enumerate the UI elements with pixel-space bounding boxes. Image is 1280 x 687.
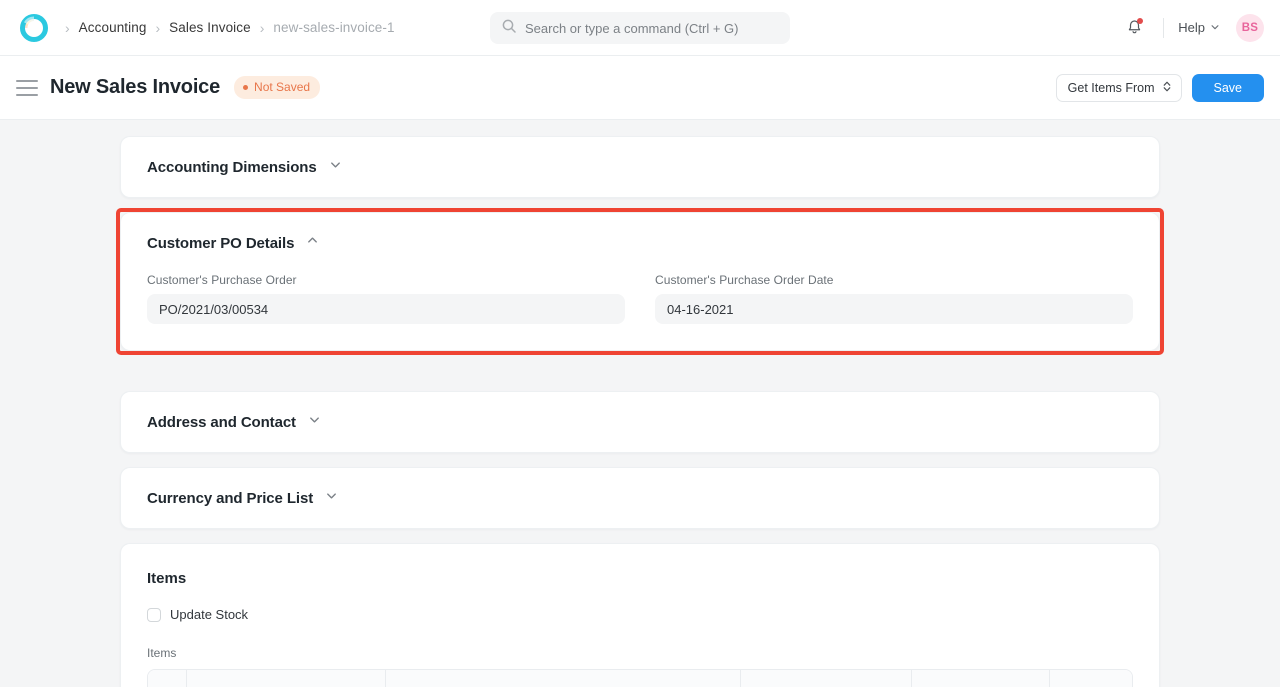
- help-menu-button[interactable]: Help: [1178, 20, 1220, 35]
- help-label: Help: [1178, 20, 1205, 35]
- section-address-and-contact: Address and Contact: [120, 391, 1160, 453]
- customers-purchase-order-input[interactable]: [147, 294, 625, 324]
- page-title: New Sales Invoice: [50, 76, 220, 99]
- chevron-up-icon[interactable]: [306, 234, 319, 252]
- update-stock-row: Update Stock: [147, 607, 1133, 622]
- customers-purchase-order-date-input[interactable]: [655, 294, 1133, 324]
- breadcrumb-separator: ›: [155, 21, 160, 35]
- breadcrumb-separator: ›: [260, 21, 265, 35]
- search-input[interactable]: [525, 21, 779, 36]
- update-stock-checkbox[interactable]: [147, 608, 161, 622]
- section-accounting-dimensions: Accounting Dimensions: [120, 136, 1160, 198]
- customer-po-fields: Customer's Purchase Order Customer's Pur…: [121, 273, 1159, 350]
- section-title: Accounting Dimensions: [147, 159, 317, 176]
- chevron-up-down-icon: [1162, 80, 1172, 96]
- chevron-down-icon[interactable]: [329, 158, 342, 176]
- status-badge: Not Saved: [234, 76, 320, 99]
- section-items: Items Update Stock Items: [120, 543, 1160, 687]
- field-customers-purchase-order-date: Customer's Purchase Order Date: [655, 273, 1133, 324]
- navbar-right-actions: Help BS: [1119, 13, 1264, 43]
- form-column: Accounting Dimensions Customer PO Detail…: [120, 120, 1160, 687]
- breadcrumb-item-sales-invoice[interactable]: Sales Invoice: [169, 20, 251, 35]
- field-label: Customer's Purchase Order: [147, 273, 625, 287]
- items-grid-col-3: [741, 670, 912, 687]
- field-customers-purchase-order: Customer's Purchase Order: [147, 273, 625, 324]
- page-header-actions: Get Items From Save: [1056, 74, 1264, 102]
- chevron-down-icon[interactable]: [308, 413, 321, 431]
- search-icon: [501, 18, 517, 39]
- status-badge-label: Not Saved: [254, 80, 310, 94]
- items-grid-col-5: [1050, 670, 1132, 687]
- section-header-address-and-contact[interactable]: Address and Contact: [121, 392, 1159, 452]
- section-customer-po-details: Customer PO Details Customer's Purchase …: [120, 212, 1160, 351]
- chevron-down-icon[interactable]: [325, 489, 338, 507]
- global-search: [490, 12, 790, 44]
- get-items-from-label: Get Items From: [1068, 81, 1155, 95]
- section-title: Customer PO Details: [147, 235, 294, 252]
- items-grid-col-4: [912, 670, 1050, 687]
- chevron-down-icon: [1210, 20, 1220, 35]
- page-body: Accounting Dimensions Customer PO Detail…: [0, 120, 1280, 687]
- section-title: Currency and Price List: [147, 490, 313, 507]
- save-button[interactable]: Save: [1192, 74, 1265, 102]
- breadcrumb-item-current: new-sales-invoice-1: [273, 20, 394, 35]
- items-grid-label: Items: [147, 646, 1133, 660]
- update-stock-label[interactable]: Update Stock: [170, 607, 248, 622]
- field-label: Customer's Purchase Order Date: [655, 273, 1133, 287]
- search-box[interactable]: [490, 12, 790, 44]
- items-grid: [147, 669, 1133, 687]
- get-items-from-button[interactable]: Get Items From: [1056, 74, 1182, 102]
- section-header-customer-po-details[interactable]: Customer PO Details: [121, 213, 1159, 273]
- items-grid-col-select: [148, 670, 187, 687]
- navbar-divider: [1163, 18, 1164, 38]
- status-badge-dot: [243, 85, 248, 90]
- page-header: New Sales Invoice Not Saved Get Items Fr…: [0, 56, 1280, 120]
- section-currency-and-price-list: Currency and Price List: [120, 467, 1160, 529]
- section-title: Address and Contact: [147, 414, 296, 431]
- breadcrumb: › Accounting › Sales Invoice › new-sales…: [56, 20, 395, 35]
- breadcrumb-item-accounting[interactable]: Accounting: [79, 20, 147, 35]
- hamburger-menu-icon[interactable]: [16, 80, 38, 96]
- notifications-button[interactable]: [1119, 13, 1149, 43]
- frappe-logo-icon[interactable]: [20, 14, 48, 42]
- notification-dot: [1137, 18, 1143, 24]
- items-grid-header: [148, 670, 1132, 687]
- section-header-accounting-dimensions[interactable]: Accounting Dimensions: [121, 137, 1159, 197]
- avatar[interactable]: BS: [1236, 14, 1264, 42]
- section-header-currency-and-price-list[interactable]: Currency and Price List: [121, 468, 1159, 528]
- items-grid-col-2: [386, 670, 741, 687]
- items-title: Items: [147, 570, 1133, 587]
- top-navbar: › Accounting › Sales Invoice › new-sales…: [0, 0, 1280, 56]
- breadcrumb-separator: ›: [65, 21, 70, 35]
- items-grid-col-1: [187, 670, 386, 687]
